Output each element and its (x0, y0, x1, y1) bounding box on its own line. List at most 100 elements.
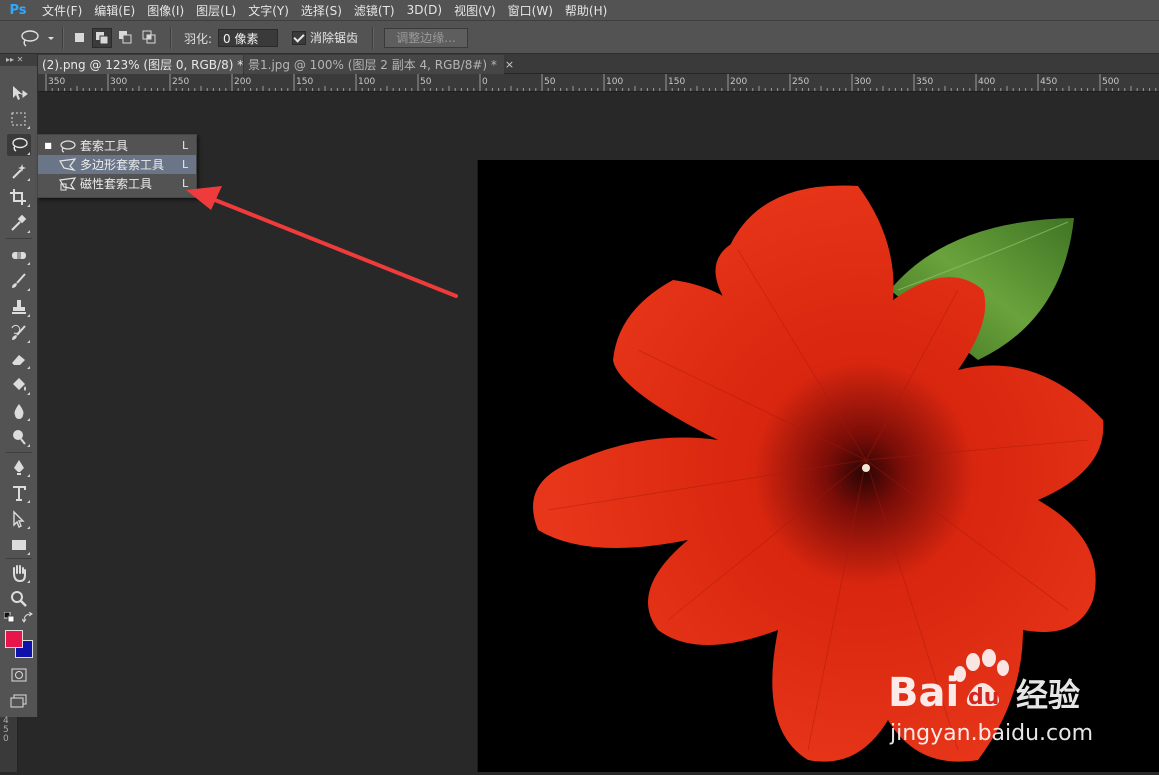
menu-edit[interactable]: 编辑(E) (88, 2, 141, 19)
path-selection-tool[interactable] (7, 508, 31, 530)
flyout-item-lasso[interactable]: ■ 套索工具 L (38, 136, 196, 155)
flyout-item-polygonal-lasso[interactable]: 多边形套索工具 L (38, 155, 196, 174)
ruler-label: 200 (234, 77, 251, 87)
magic-wand-tool[interactable] (7, 160, 31, 182)
feather-input[interactable] (218, 29, 278, 47)
tool-group-indicator (27, 392, 30, 395)
tool-group-indicator (27, 204, 30, 207)
move-tool[interactable] (7, 82, 31, 104)
feather-label: 羽化: (184, 32, 213, 46)
marquee-icon (11, 112, 26, 126)
options-bar: 羽化: 消除锯齿 调整边缘... (0, 20, 1159, 54)
dodge-tool[interactable] (7, 426, 31, 448)
flyout-item-label: 多边形套索工具 (80, 158, 165, 172)
tool-group-indicator (27, 580, 30, 583)
intersect-selection-icon (142, 30, 156, 44)
tool-group-indicator (27, 262, 30, 265)
tool-preset-picker[interactable] (16, 28, 56, 51)
lasso-tool[interactable] (7, 134, 31, 156)
hand-tool[interactable] (7, 562, 31, 584)
options-separator (62, 27, 64, 49)
tool-group-indicator (27, 444, 30, 447)
flyout-item-label: 磁性套索工具 (80, 177, 153, 191)
subtract-from-selection-icon (119, 31, 132, 44)
type-tool[interactable] (7, 482, 31, 504)
tool-group-indicator (27, 366, 30, 369)
lasso-tools-flyout: ■ 套索工具 L 多边形套索工具 L 磁性套索工具 L (37, 134, 197, 198)
screen-mode-button[interactable] (7, 690, 31, 712)
healing-brush-tool[interactable] (7, 244, 31, 266)
shape-tool[interactable] (7, 534, 31, 556)
menu-3d[interactable]: 3D(D) (401, 3, 448, 17)
tool-group-indicator (27, 526, 30, 529)
menu-type[interactable]: 文字(Y) (242, 2, 295, 19)
menu-window[interactable]: 窗口(W) (502, 2, 559, 19)
quick-mask-button[interactable] (7, 664, 31, 686)
horizontal-ruler: 350 300 250 200 150 100 50 0 50 100 150 200 250 300 35… (38, 74, 1159, 92)
pen-tool[interactable] (7, 456, 31, 478)
clone-stamp-tool[interactable] (7, 296, 31, 318)
antialias-checkbox[interactable]: 消除锯齿 (292, 29, 358, 46)
ruler-label: 250 (172, 77, 189, 87)
close-icon[interactable]: × (505, 58, 514, 71)
default-colors-button[interactable] (3, 611, 16, 627)
watermark-brand: Bai (888, 670, 959, 716)
ruler-label: 150 (668, 77, 685, 87)
ruler-label: 350 (48, 77, 65, 87)
marquee-tool[interactable] (7, 108, 31, 130)
eraser-icon (12, 355, 25, 365)
screen-mode-icon (10, 694, 27, 708)
watermark-url: jingyan.baidu.com (889, 721, 1093, 746)
flyout-item-label: 套索工具 (80, 139, 129, 153)
refine-edge-button[interactable]: 调整边缘... (384, 28, 468, 48)
ruler-label: 50 (420, 77, 432, 87)
blur-tool[interactable] (7, 400, 31, 422)
menu-help[interactable]: 帮助(H) (559, 2, 613, 19)
menu-image[interactable]: 图像(I) (141, 2, 190, 19)
watermark-du: du (968, 685, 999, 710)
watermark-brand-tail: 经验 (1016, 676, 1080, 714)
tools-separator (6, 238, 32, 239)
shortcut-key: L (182, 158, 189, 171)
menu-filter[interactable]: 滤镜(T) (348, 2, 401, 19)
menu-file[interactable]: 文件(F) (36, 2, 88, 19)
add-to-selection-icon (96, 32, 109, 45)
menu-layer[interactable]: 图层(L) (190, 2, 242, 19)
subtract-from-selection-button[interactable] (116, 28, 136, 48)
drop-icon (14, 404, 24, 419)
ruler-label: 200 (730, 77, 747, 87)
antialias-check-icon[interactable] (292, 30, 306, 45)
flyout-item-magnetic-lasso[interactable]: 磁性套索工具 L (38, 174, 196, 193)
ruler-label: 250 (792, 77, 809, 87)
options-separator (170, 27, 172, 49)
zoom-tool[interactable] (7, 588, 31, 610)
watermark-graphic: Bai du 经验 jingyan.baidu.com (888, 649, 1093, 746)
add-to-selection-button[interactable] (92, 28, 112, 48)
lasso-icon (21, 30, 54, 47)
new-selection-button[interactable] (70, 28, 90, 48)
foreground-color-swatch[interactable] (5, 630, 23, 648)
swap-colors-button[interactable] (21, 611, 34, 627)
tab-document-2[interactable]: 景1.jpg @ 100% (图层 2 副本 4, RGB/8#) * × (244, 55, 514, 74)
tools-panel-grip[interactable]: ▸▸ ✕ (0, 54, 37, 66)
brush-tool[interactable] (7, 270, 31, 292)
paint-bucket-tool[interactable] (7, 374, 31, 396)
eraser-tool[interactable] (7, 348, 31, 370)
intersect-selection-button[interactable] (140, 28, 160, 48)
menu-view[interactable]: 视图(V) (448, 2, 502, 19)
tool-group-indicator (27, 126, 30, 129)
path-selection-icon (13, 510, 25, 528)
history-brush-tool[interactable] (7, 322, 31, 344)
selected-bullet-icon: ■ (44, 141, 52, 150)
hand-icon (13, 565, 26, 582)
menu-select[interactable]: 选择(S) (295, 2, 348, 19)
tool-group-indicator (27, 314, 30, 317)
crop-tool[interactable] (7, 186, 31, 208)
paint-bucket-icon (13, 378, 26, 391)
ruler-label: 400 (978, 77, 995, 87)
tool-group-indicator (27, 340, 30, 343)
eyedropper-tool[interactable] (7, 212, 31, 234)
tab-label: (2).png @ 123% (图层 0, RGB/8) * (42, 58, 244, 72)
tool-group-indicator (27, 500, 30, 503)
tab-document-1[interactable]: (2).png @ 123% (图层 0, RGB/8) * × (38, 55, 260, 74)
